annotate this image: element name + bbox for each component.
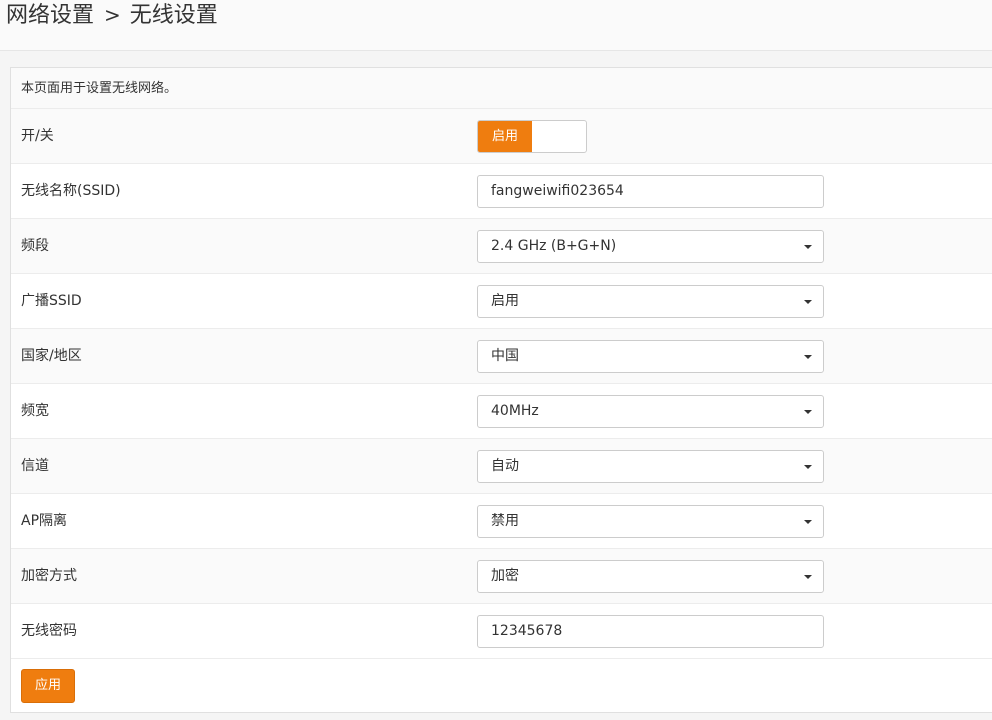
region-select[interactable]: 中国 <box>477 340 824 373</box>
encryption-label: 加密方式 <box>21 568 77 584</box>
power-toggle[interactable]: 启用 <box>477 120 587 153</box>
ssid-value: fangweiwifi023654 <box>491 183 624 199</box>
ap-isolation-select[interactable]: 禁用 <box>477 505 824 538</box>
breadcrumb-parent[interactable]: 网络设置 <box>6 3 94 28</box>
row-ssid: 无线名称(SSID) fangweiwifi023654 <box>11 164 992 219</box>
bandwidth-label: 频宽 <box>21 403 49 419</box>
ssid-label: 无线名称(SSID) <box>21 183 121 199</box>
apply-button[interactable]: 应用 <box>21 669 75 703</box>
row-bandwidth: 频宽 40MHz <box>11 384 992 439</box>
broadcast-ssid-label: 广播SSID <box>21 293 82 309</box>
band-select[interactable]: 2.4 GHz (B+G+N) <box>477 230 824 263</box>
row-band: 频段 2.4 GHz (B+G+N) <box>11 219 992 274</box>
chevron-down-icon <box>804 465 812 469</box>
row-region: 国家/地区 中国 <box>11 329 992 384</box>
broadcast-ssid-select[interactable]: 启用 <box>477 285 824 318</box>
row-broadcast-ssid: 广播SSID 启用 <box>11 274 992 329</box>
channel-select[interactable]: 自动 <box>477 450 824 483</box>
chevron-down-icon <box>804 410 812 414</box>
ap-isolation-value: 禁用 <box>491 513 519 529</box>
breadcrumb-current: 无线设置 <box>129 3 218 28</box>
bandwidth-value: 40MHz <box>491 403 539 419</box>
breadcrumb: 网络设置 > 无线设置 <box>6 0 218 30</box>
encryption-value: 加密 <box>491 568 519 584</box>
page-description: 本页面用于设置无线网络。 <box>11 68 992 109</box>
chevron-down-icon <box>804 245 812 249</box>
chevron-down-icon <box>804 355 812 359</box>
power-toggle-on[interactable]: 启用 <box>478 121 532 152</box>
password-value: 12345678 <box>491 623 563 639</box>
row-power: 开/关 启用 <box>11 109 992 164</box>
breadcrumb-separator: > <box>104 3 121 27</box>
channel-label: 信道 <box>21 458 49 474</box>
region-value: 中国 <box>491 348 519 364</box>
chevron-down-icon <box>804 575 812 579</box>
row-password: 无线密码 12345678 <box>11 604 992 659</box>
wireless-settings-panel: 本页面用于设置无线网络。 开/关 启用 无线名称(SSID) fangweiwi… <box>10 67 992 713</box>
chevron-down-icon <box>804 300 812 304</box>
password-label: 无线密码 <box>21 623 77 639</box>
row-channel: 信道 自动 <box>11 439 992 494</box>
channel-value: 自动 <box>491 458 519 474</box>
ap-isolation-label: AP隔离 <box>21 513 68 529</box>
encryption-select[interactable]: 加密 <box>477 560 824 593</box>
row-ap-isolation: AP隔离 禁用 <box>11 494 992 549</box>
broadcast-ssid-value: 启用 <box>491 293 519 309</box>
ssid-input[interactable]: fangweiwifi023654 <box>477 175 824 208</box>
bandwidth-select[interactable]: 40MHz <box>477 395 824 428</box>
power-label: 开/关 <box>21 128 54 144</box>
password-input[interactable]: 12345678 <box>477 615 824 648</box>
region-label: 国家/地区 <box>21 348 82 364</box>
band-label: 频段 <box>21 238 49 254</box>
band-value: 2.4 GHz (B+G+N) <box>491 238 617 254</box>
page-header: 网络设置 > 无线设置 <box>0 0 992 51</box>
row-encryption: 加密方式 加密 <box>11 549 992 604</box>
chevron-down-icon <box>804 520 812 524</box>
